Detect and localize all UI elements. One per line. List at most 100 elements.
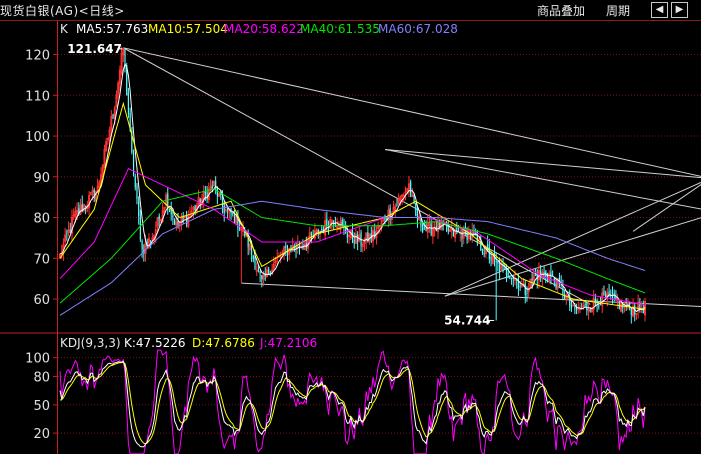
y-tick-label: 100 [25, 130, 50, 145]
candle-body [396, 204, 398, 206]
candle-body [257, 267, 260, 271]
candle-body [353, 239, 355, 244]
candle-body [555, 282, 557, 289]
candle-body [415, 202, 417, 217]
candle-body [139, 217, 141, 240]
candle-body [341, 219, 343, 225]
candle-body [599, 304, 602, 306]
candle-body [168, 209, 171, 211]
candle-body [524, 283, 526, 295]
candle-body [425, 227, 427, 232]
high-price-label: 121.647 [67, 42, 122, 56]
y-tick-label: 90 [33, 171, 50, 186]
candle-body [194, 205, 196, 211]
trend-line [632, 184, 701, 232]
candle-body [469, 234, 472, 237]
candle-body [138, 201, 140, 217]
low-price-label: 54.744 [444, 313, 490, 327]
price-annotations: 121.647 54.744 [67, 42, 495, 327]
candle-body [586, 303, 588, 310]
y-tick-label: 110 [25, 89, 50, 104]
candle-body [423, 228, 425, 230]
moving-averages [59, 63, 646, 316]
ma5-line [59, 63, 646, 313]
candle-body [326, 218, 328, 227]
candle-body [507, 272, 509, 278]
candle-body [483, 253, 485, 255]
kdj-j-line [59, 349, 646, 454]
candle-body [603, 290, 605, 296]
candle-body [574, 307, 576, 309]
candle-body [127, 93, 130, 114]
trend-line [123, 47, 591, 305]
candle-body [334, 223, 336, 225]
candle-body [430, 224, 432, 235]
kdj-tick-label: 20 [33, 427, 50, 442]
candle-body [526, 292, 528, 295]
y-tick-label: 60 [33, 293, 50, 308]
candle-body [158, 215, 160, 220]
candle-body [112, 114, 114, 117]
candle-body [570, 305, 573, 309]
candle-body [134, 176, 136, 188]
candle-body [290, 250, 292, 253]
kdj-tick-label: 100 [25, 352, 50, 367]
kdj-panel [59, 349, 646, 454]
candle-body [269, 274, 271, 276]
candle-body [447, 226, 449, 232]
kdj-tick-label: 80 [33, 371, 50, 386]
candle-body [211, 185, 213, 189]
candle-body [543, 271, 545, 273]
candle-body [598, 305, 600, 307]
candle-body [223, 203, 225, 214]
candle-body [233, 214, 236, 223]
trend-line [444, 217, 701, 297]
candle-body [584, 304, 586, 306]
kdj-tick-label: 50 [33, 399, 50, 414]
candle-body [346, 234, 348, 238]
kline-chart[interactable]: 121.647 54.744 120 110 100 90 80 70 60 100 80 50 20 [0, 0, 701, 454]
candle-body [85, 205, 87, 207]
candle-body [589, 310, 591, 312]
candle-body [562, 287, 564, 295]
candle-body [481, 248, 484, 254]
candle-body [509, 276, 511, 279]
candle-body [552, 274, 554, 276]
candle-body [461, 235, 463, 240]
trend-line [384, 148, 701, 179]
candle-body [630, 307, 632, 315]
candle-body [333, 221, 335, 223]
candle-body [490, 256, 492, 261]
candle-body [174, 219, 176, 225]
candle-body [268, 268, 270, 275]
candle-body [531, 278, 533, 281]
y-tick-label: 80 [33, 212, 50, 227]
y-tick-label: 120 [25, 49, 50, 64]
candle-body [66, 233, 68, 235]
candle-body [499, 262, 501, 272]
candle-body [310, 233, 313, 235]
candle-body [264, 275, 266, 277]
candle-body [285, 246, 287, 248]
candle-body [321, 229, 323, 231]
candle-body [254, 256, 256, 270]
candle-body [495, 260, 497, 262]
candle-body [252, 255, 254, 260]
candle-body [519, 285, 521, 288]
y-tick-label: 70 [33, 252, 50, 267]
candle-body [261, 275, 263, 279]
candle-body [422, 224, 424, 232]
candle-body [389, 208, 391, 218]
candle-body [69, 230, 71, 232]
candle-body [172, 215, 174, 218]
candle-body [345, 224, 347, 234]
candle-body [510, 277, 513, 279]
candle-body [232, 212, 234, 214]
y-axis: 120 110 100 90 80 70 60 100 80 50 20 [25, 49, 58, 442]
candle-body [259, 270, 261, 274]
candle-body [141, 240, 143, 249]
candle-body [204, 192, 206, 194]
candle-body [150, 240, 152, 242]
trend-line [123, 47, 701, 177]
candle-body [410, 181, 412, 196]
